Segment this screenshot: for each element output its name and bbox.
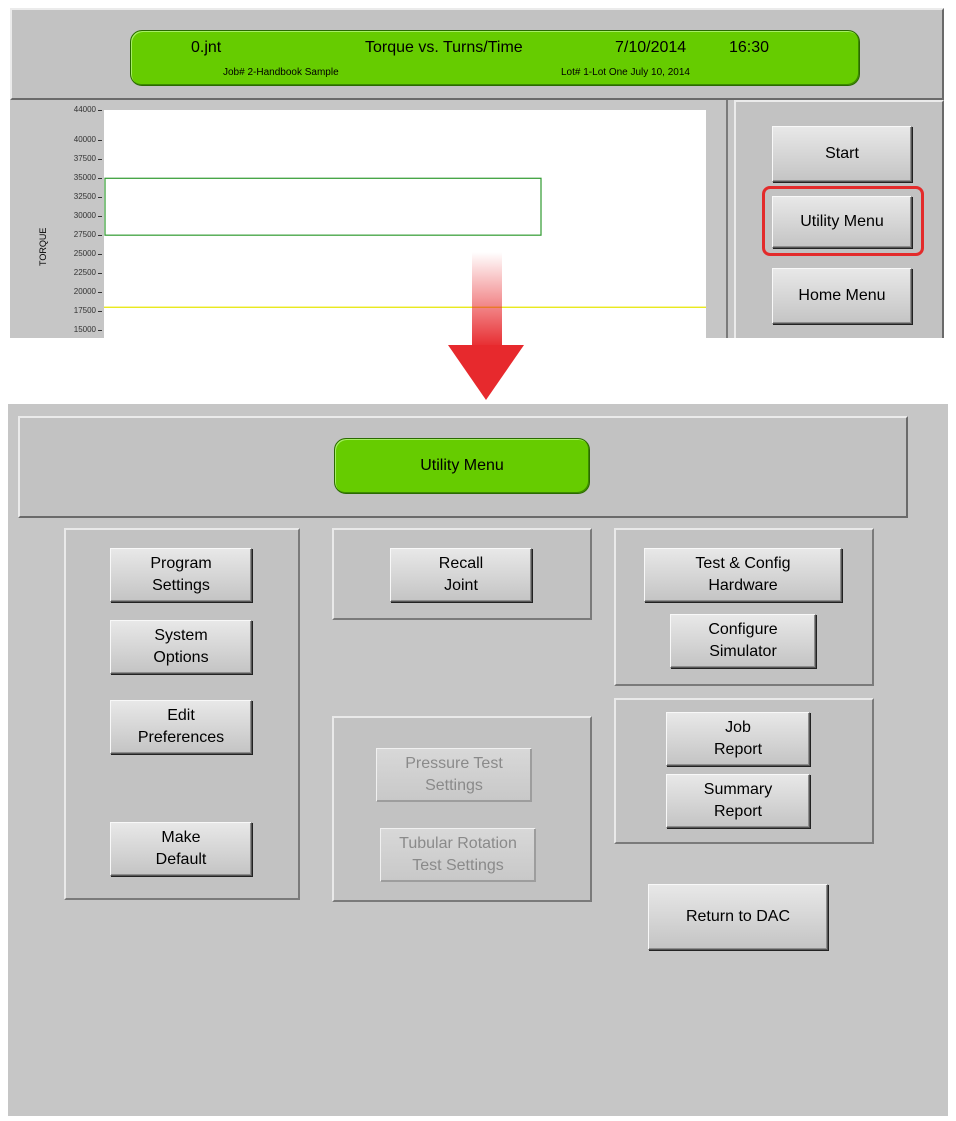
configure-simulator-button[interactable]: Configure Simulator <box>670 614 816 668</box>
file-name: 0.jnt <box>191 39 222 56</box>
torque-plot <box>104 110 706 338</box>
y-tick-label: 15000 <box>56 325 102 334</box>
utility-menu-button[interactable]: Utility Menu <box>772 196 912 248</box>
start-button[interactable]: Start <box>772 126 912 182</box>
tubular-rotation-test-settings-button[interactable]: Tubular Rotation Test Settings <box>380 828 536 882</box>
make-default-button[interactable]: Make Default <box>110 822 252 876</box>
y-tick-label: 40000 <box>56 135 102 144</box>
y-tick-label: 44000 <box>56 105 102 114</box>
y-tick-label: 37500 <box>56 154 102 163</box>
button-panel: Start Utility Menu Home Menu <box>734 100 944 338</box>
y-tick-label: 35000 <box>56 173 102 182</box>
test-config-hardware-button[interactable]: Test & Config Hardware <box>644 548 842 602</box>
utility-menu-title: Utility Menu <box>420 457 504 474</box>
y-tick-label: 30000 <box>56 211 102 220</box>
header-bar: 0.jnt Torque vs. Turns/Time 7/10/2014 16… <box>10 8 944 100</box>
program-settings-button[interactable]: Program Settings <box>110 548 252 602</box>
hardware-panel: Test & Config Hardware Configure Simulat… <box>614 528 874 686</box>
reports-panel: Job Report Summary Report <box>614 698 874 844</box>
utility-menu-screenshot: Utility Menu Program Settings System Opt… <box>8 404 948 1116</box>
plot-background <box>104 110 706 338</box>
y-tick-label: 22500 <box>56 268 102 277</box>
utility-title-banner: Utility Menu <box>334 438 590 494</box>
y-tick-label: 17500 <box>56 306 102 315</box>
y-tick-label: 27500 <box>56 230 102 239</box>
chart-panel: TORQUE 44000 40000 37500 35000 32500 30000 275… <box>10 100 728 338</box>
summary-report-button[interactable]: Summary Report <box>666 774 810 828</box>
home-menu-button[interactable]: Home Menu <box>772 268 912 324</box>
utility-header-bar: Utility Menu <box>18 416 908 518</box>
system-options-button[interactable]: System Options <box>110 620 252 674</box>
time-readout: 16:30 <box>729 39 770 56</box>
pressure-test-settings-button[interactable]: Pressure Test Settings <box>376 748 532 802</box>
edit-preferences-button[interactable]: Edit Preferences <box>110 700 252 754</box>
y-tick-label: 20000 <box>56 287 102 296</box>
recall-panel: Recall Joint <box>332 528 592 620</box>
y-tick-label: 25000 <box>56 249 102 258</box>
test-settings-panel: Pressure Test Settings Tubular Rotation … <box>332 716 592 902</box>
chart-title: Torque vs. Turns/Time <box>365 39 523 56</box>
status-banner: 0.jnt Torque vs. Turns/Time 7/10/2014 16… <box>130 30 860 86</box>
settings-panel: Program Settings System Options Edit Pre… <box>64 528 300 900</box>
job-report-button[interactable]: Job Report <box>666 712 810 766</box>
y-tick-label: 32500 <box>56 192 102 201</box>
arrow-shaft <box>472 252 502 348</box>
y-axis-ticks: 44000 40000 37500 35000 32500 30000 27500 25000… <box>10 100 102 338</box>
recall-joint-button[interactable]: Recall Joint <box>390 548 532 602</box>
job-label: Job# 2-Handbook Sample <box>223 67 339 78</box>
return-to-dac-button[interactable]: Return to DAC <box>648 884 828 950</box>
date-readout: 7/10/2014 <box>615 39 687 56</box>
lot-label: Lot# 1-Lot One July 10, 2014 <box>561 67 690 78</box>
down-arrow-icon <box>448 345 524 400</box>
